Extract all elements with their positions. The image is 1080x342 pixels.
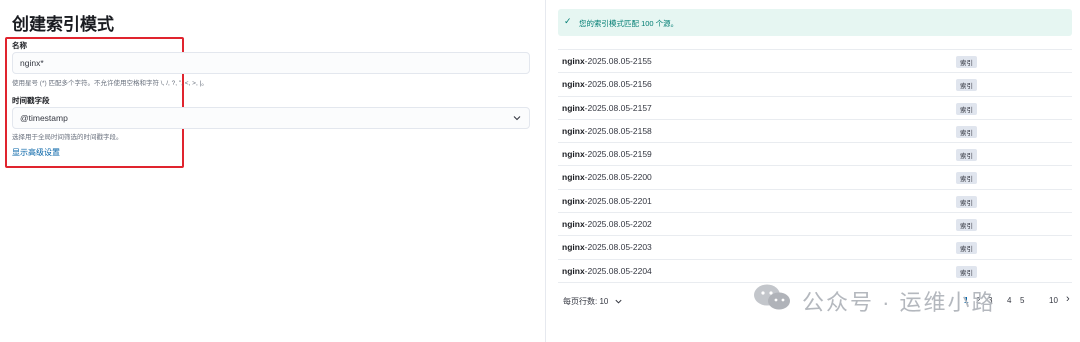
index-name-suffix: -2025.08.05-2204 — [584, 265, 652, 276]
index-name-prefix: nginx — [562, 102, 585, 113]
index-name-prefix: nginx — [562, 219, 585, 230]
index-name-suffix: -2025.08.05-2200 — [584, 172, 652, 183]
wechat-icon — [754, 284, 790, 310]
match-banner-text: 您的索引模式匹配 100 个源。 — [579, 19, 679, 28]
index-name-prefix: nginx — [562, 79, 585, 90]
index-pattern-name-input[interactable]: nginx* — [12, 52, 530, 74]
index-name-suffix: -2025.08.05-2201 — [584, 195, 652, 206]
watermark-text: 公众号 · 运维小路 — [802, 290, 996, 315]
index-badge: 索引 — [956, 172, 977, 185]
chevron-down-icon — [615, 300, 622, 304]
page-10[interactable]: 10 — [1049, 296, 1058, 305]
table-row: nginx-2025.08.05-2201 索引 — [558, 188, 1072, 212]
index-badge: 索引 — [956, 125, 977, 138]
index-name-prefix: nginx — [562, 125, 585, 136]
table-row: nginx-2025.08.05-2157 索引 — [558, 95, 1072, 119]
table-row: nginx-2025.08.05-2204 索引 — [558, 258, 1072, 282]
index-name-prefix: nginx — [562, 172, 585, 183]
index-name-suffix: -2025.08.05-2203 — [584, 242, 652, 253]
index-badge: 索引 — [956, 219, 977, 232]
index-name-suffix: -2025.08.05-2156 — [584, 79, 652, 90]
table-row: nginx-2025.08.05-2159 索引 — [558, 142, 1072, 165]
index-badge: 索引 — [956, 265, 977, 278]
name-help-text: 使用星号 (*) 匹配多个字符。不允许使用空格和字符 \, /, ?, ", <… — [12, 80, 208, 87]
table-row: nginx-2025.08.05-2200 索引 — [558, 165, 1072, 188]
index-name-suffix: -2025.08.05-2158 — [584, 125, 652, 136]
table-row: nginx-2025.08.05-2203 索引 — [558, 235, 1072, 258]
match-banner: ✓ 您的索引模式匹配 100 个源。 — [558, 9, 1072, 36]
show-advanced-settings-link[interactable]: 显示高级设置 — [12, 147, 60, 158]
indices-table: nginx-2025.08.05-2155 索引 nginx-2025.08.0… — [558, 49, 1072, 282]
table-row: nginx-2025.08.05-2156 索引 — [558, 72, 1072, 95]
create-index-pattern-panel: 创建索引模式 名称 nginx* 使用星号 (*) 匹配多个字符。不允许使用空格… — [0, 0, 545, 342]
timestamp-label: 时间戳字段 — [12, 96, 50, 105]
name-value: nginx* — [20, 58, 44, 68]
rows-per-page-label: 每页行数: 10 — [563, 297, 609, 306]
table-row: nginx-2025.08.05-2158 索引 — [558, 118, 1072, 142]
index-badge: 索引 — [956, 242, 977, 255]
index-badge: 索引 — [956, 102, 977, 115]
index-name-suffix: -2025.08.05-2159 — [584, 149, 652, 160]
check-icon: ✓ — [564, 16, 572, 26]
index-badge: 索引 — [956, 56, 977, 68]
table-row: nginx-2025.08.05-2155 索引 — [558, 49, 1072, 72]
index-name-prefix: nginx — [562, 56, 585, 66]
rows-per-page-selector[interactable]: 每页行数: 10 — [563, 296, 623, 307]
page-5[interactable]: 5 — [1020, 296, 1024, 305]
index-name-prefix: nginx — [562, 195, 585, 206]
index-name-prefix: nginx — [562, 149, 585, 160]
index-name-prefix: nginx — [562, 265, 585, 276]
index-badge: 索引 — [956, 149, 977, 162]
index-badge: 索引 — [956, 79, 977, 92]
timestamp-value: @timestamp — [20, 113, 68, 123]
next-page-arrow-icon[interactable]: › — [1066, 293, 1070, 305]
index-name-suffix: -2025.08.05-2155 — [584, 56, 652, 66]
timestamp-field-select[interactable]: @timestamp — [12, 107, 530, 129]
index-name-prefix: nginx — [562, 242, 585, 253]
page-4[interactable]: 4 — [1007, 296, 1011, 305]
index-name-suffix: -2025.08.05-2157 — [584, 102, 652, 113]
chevron-down-icon — [513, 116, 521, 121]
name-label: 名称 — [12, 41, 27, 50]
index-name-suffix: -2025.08.05-2202 — [584, 219, 652, 230]
table-bottom-border — [558, 282, 1072, 283]
timestamp-help-text: 选择用于全局时间筛选的时间戳字段。 — [12, 134, 123, 141]
index-badge: 索引 — [956, 195, 977, 208]
table-row: nginx-2025.08.05-2202 索引 — [558, 212, 1072, 235]
page-title: 创建索引模式 — [12, 15, 114, 34]
